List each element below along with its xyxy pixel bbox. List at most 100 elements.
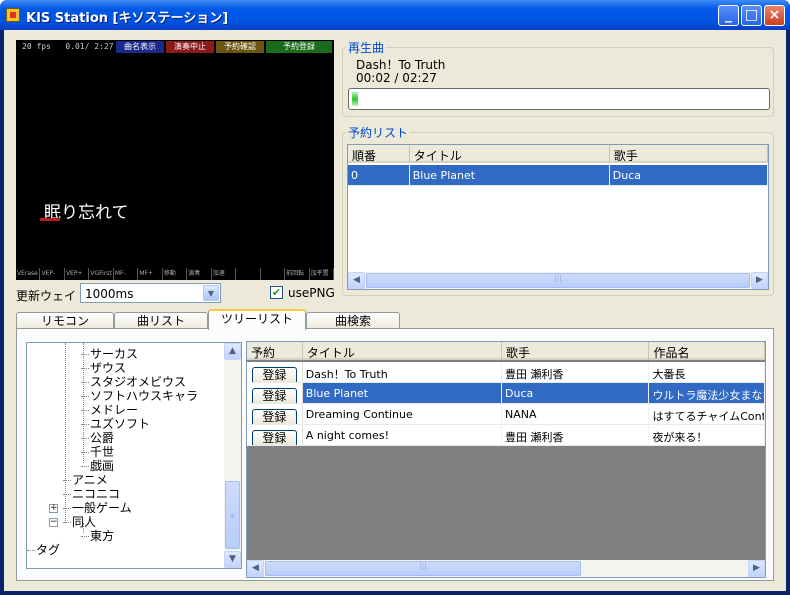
scroll-right-icon[interactable]: ▶	[751, 272, 768, 289]
song-title-cell: Dash！To Truth	[302, 362, 503, 383]
show-title-button[interactable]: 曲名表示	[116, 41, 164, 53]
scroll-left-icon[interactable]: ◀	[348, 272, 365, 289]
preview-strip-cell: 加速	[212, 268, 237, 280]
wait-combo[interactable]: 1000ms ▼	[80, 283, 221, 303]
preview-strip-cell: VErase	[16, 268, 41, 280]
genre-tree[interactable]: サーカス ザウス スタジオメビウス ソフトハウスキャラ メドレー ユズソフト 公爵 千世 戯画ア…	[26, 342, 242, 569]
now-playing-time: 00:02 / 02:27	[356, 71, 437, 85]
tree-branch-line	[63, 494, 71, 495]
column-header-work[interactable]: 作品名	[649, 342, 765, 360]
tree-node[interactable]: 東方	[90, 529, 114, 543]
reserve-order: 0	[348, 165, 410, 186]
tree-scroll-thumb[interactable]: ≡	[225, 481, 240, 549]
song-hscrollbar[interactable]: ◀ ||| ▶	[247, 560, 765, 577]
song-row[interactable]: 登録 Blue Planet Duca ウルトラ魔法少女まなな	[247, 383, 765, 404]
check-reserve-button[interactable]: 予約確認	[216, 41, 264, 53]
tree-node[interactable]: 一般ゲーム	[72, 501, 132, 515]
wait-value: 1000ms	[85, 287, 134, 301]
register-button[interactable]: 登録	[252, 409, 297, 424]
song-work-cell: 大番長	[649, 362, 765, 383]
song-row[interactable]: 登録 Dash！To Truth 豊田 瀬利香 大番長	[247, 362, 765, 383]
column-header-order[interactable]: 順番	[348, 145, 410, 163]
register-reserve-button[interactable]: 予約登録	[266, 41, 332, 53]
song-title-cell: Blue Planet	[302, 383, 503, 404]
playback-progress-fill	[352, 92, 358, 106]
song-list[interactable]: 予約 タイトル 歌手 作品名 登録 Dash！To Truth 豊田 瀬利香 大番長登…	[246, 341, 766, 578]
tree-node[interactable]: アニメ	[72, 473, 108, 487]
reserve-scroll-thumb[interactable]: |||	[366, 273, 750, 288]
song-artist-cell: 豊田 瀬利香	[502, 362, 650, 383]
column-header-song-artist[interactable]: 歌手	[502, 342, 650, 360]
reserve-artist-cell: Duca	[609, 165, 768, 186]
tree-node[interactable]: 同人	[72, 515, 96, 529]
tree-branch-line	[81, 382, 89, 383]
tab-tree-list[interactable]: ツリーリスト	[208, 309, 306, 330]
expand-icon[interactable]: +	[49, 504, 58, 513]
tree-node[interactable]: ニコニコ	[72, 487, 120, 501]
usepng-checkbox[interactable]: ✔	[270, 286, 283, 299]
tree-node[interactable]: 公爵	[90, 431, 114, 445]
tree-branch-line	[81, 368, 89, 369]
tree-node[interactable]: ユズソフト	[90, 417, 150, 431]
scroll-right-icon[interactable]: ▶	[748, 560, 765, 577]
reserve-title-cell: Blue Planet	[409, 165, 610, 186]
register-button[interactable]: 登録	[252, 430, 297, 445]
stop-play-button[interactable]: 演奏中止	[166, 41, 214, 53]
client-area: 20 fps 0.01/ 2:27 曲名表示 演奏中止 予約確認 予約登録 眠り…	[4, 30, 786, 591]
preview-function-strip: VErase VEP- VEP+ VGFirst MF- MF+ 移動 演奏 加速 前回転 加平置	[16, 268, 335, 280]
preview-strip-cell	[261, 268, 286, 280]
register-cell: 登録	[247, 425, 303, 446]
window-title: KIS Station [キソステーション]	[26, 11, 229, 26]
tree-branch-line	[81, 396, 89, 397]
tree-branch-line	[63, 480, 71, 481]
tree-node[interactable]: スタジオメビウス	[90, 375, 186, 389]
tree-node[interactable]: ソフトハウスキャラ	[90, 389, 198, 403]
tree-node[interactable]: メドレー	[90, 403, 138, 417]
song-title-cell: Dreaming Continue	[302, 404, 503, 425]
tree-branch-line	[81, 466, 89, 467]
song-list-header: 予約 タイトル 歌手 作品名	[247, 342, 765, 360]
scroll-down-icon[interactable]: ▼	[224, 551, 241, 568]
reserve-list[interactable]: 順番 タイトル 歌手 0 Blue Planet Duca ◀ ||| ▶	[347, 144, 769, 290]
tree-branch-line	[81, 536, 89, 537]
tree-node[interactable]: 千世	[90, 445, 114, 459]
reserve-row[interactable]: 0 Blue Planet Duca	[348, 165, 768, 186]
maximize-button[interactable]: □	[741, 5, 762, 26]
tree-node[interactable]: 戯画	[90, 459, 114, 473]
preview-strip-cell: 前回転	[285, 268, 310, 280]
app-icon	[6, 8, 20, 22]
reserve-list-header: 順番 タイトル 歌手	[348, 145, 768, 163]
karaoke-preview: 20 fps 0.01/ 2:27 曲名表示 演奏中止 予約確認 予約登録 眠り…	[16, 40, 335, 280]
collapse-icon[interactable]: −	[49, 518, 58, 527]
column-header-song-title[interactable]: タイトル	[303, 342, 503, 360]
column-header-reserve[interactable]: 予約	[247, 342, 303, 360]
close-button[interactable]: ×	[764, 5, 785, 26]
preview-strip-cell: 加平置	[310, 268, 335, 280]
preview-strip-cell: VGFirst	[89, 268, 114, 280]
tree-node[interactable]: タグ	[36, 543, 60, 557]
chevron-down-icon[interactable]: ▼	[203, 285, 219, 301]
scroll-up-icon[interactable]: ▲	[224, 343, 241, 360]
scroll-left-icon[interactable]: ◀	[247, 560, 264, 577]
tree-branch-line	[81, 452, 89, 453]
song-scroll-thumb[interactable]: |||	[265, 561, 581, 576]
register-button[interactable]: 登録	[252, 367, 297, 382]
column-header-artist[interactable]: 歌手	[610, 145, 768, 163]
tree-node[interactable]: ザウス	[90, 361, 126, 375]
preview-toolbar: 20 fps 0.01/ 2:27 曲名表示 演奏中止 予約確認 予約登録	[16, 40, 334, 54]
title-bar[interactable]: KIS Station [キソステーション] _ □ ×	[0, 0, 790, 30]
tree-vscrollbar[interactable]: ▲ ≡ ▼	[224, 343, 241, 568]
song-row[interactable]: 登録 Dreaming ContinueNANAはすてるチャイムContinue	[247, 404, 765, 425]
tree-node[interactable]: サーカス	[90, 347, 138, 361]
fps-readout: 20 fps 0.01/ 2:27	[22, 42, 114, 51]
song-row[interactable]: 登録 A night comes! 豊田 瀬利香 夜が来る！	[247, 425, 765, 446]
tree-guide-line	[65, 343, 66, 523]
tree-branch-line	[63, 522, 71, 523]
song-artist-cell: NANA	[502, 404, 650, 425]
column-header-title[interactable]: タイトル	[410, 145, 610, 163]
song-work-cell: ウルトラ魔法少女まなな	[649, 383, 765, 404]
minimize-button[interactable]: _	[718, 5, 739, 26]
register-button[interactable]: 登録	[252, 388, 297, 403]
reserve-hscrollbar[interactable]: ◀ ||| ▶	[348, 272, 768, 289]
tree-branch-line	[63, 508, 71, 509]
